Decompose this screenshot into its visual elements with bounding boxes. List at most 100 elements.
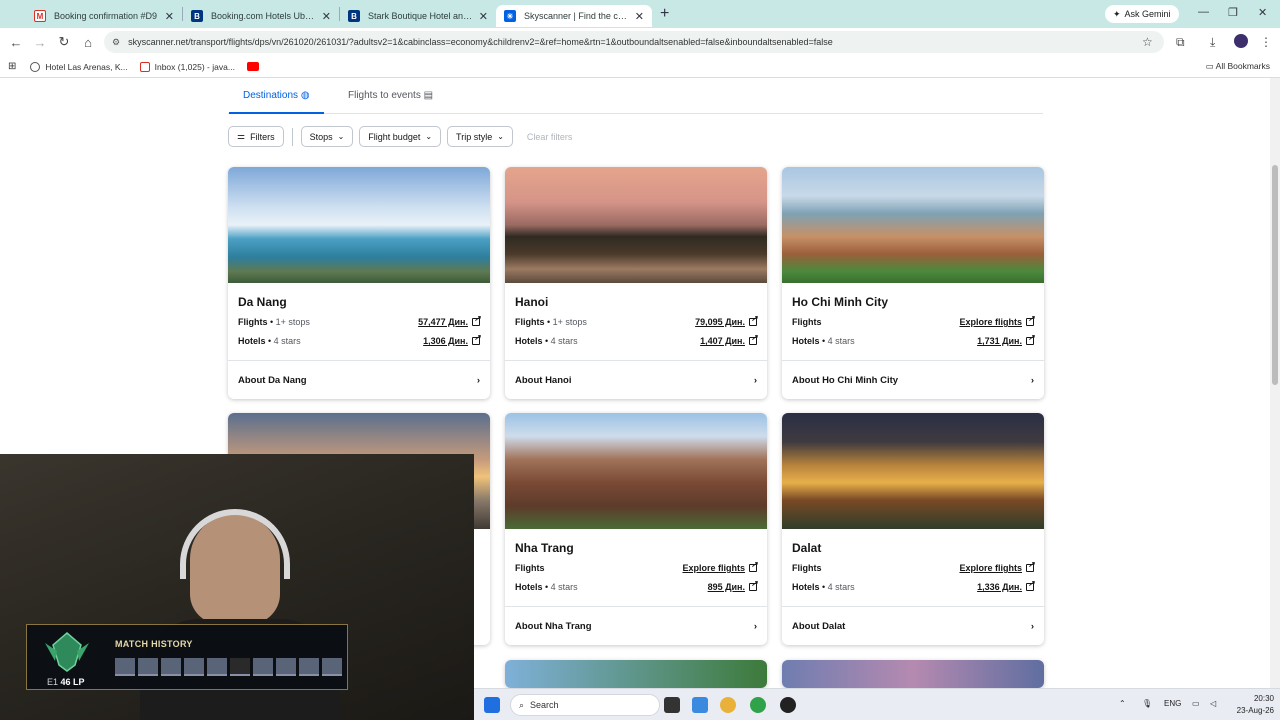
browser-toolbar: ← → ↻ ⌂ ⚙ skyscanner.net/transport/fligh… <box>0 28 1280 56</box>
back-icon[interactable]: ← <box>4 35 28 50</box>
task-view-icon[interactable] <box>664 697 680 713</box>
bookmark-youtube[interactable] <box>246 62 259 71</box>
network-icon[interactable]: ▭ <box>1192 699 1200 708</box>
destination-image <box>228 167 490 283</box>
flight-budget-dropdown[interactable]: Flight budget ⌄ <box>359 126 442 147</box>
destination-card-dalat[interactable]: Dalat Flights Explore flights Hotels • 4… <box>782 413 1044 645</box>
flights-price-link[interactable]: 79,095 Дин. <box>695 314 758 327</box>
app-icon[interactable] <box>780 697 796 713</box>
chevron-right-icon: › <box>1030 620 1034 632</box>
home-icon[interactable]: ⌂ <box>76 35 100 50</box>
globe-icon <box>30 61 41 72</box>
destination-card-partial[interactable] <box>505 660 767 688</box>
tab-flights-to-events[interactable]: Flights to events ▤ <box>348 90 433 101</box>
address-bar[interactable]: ⚙ skyscanner.net/transport/flights/dps/v… <box>104 31 1164 53</box>
destination-card-da-nang[interactable]: Da Nang Flights • 1+ stops 57,477 Дин. H… <box>228 167 490 399</box>
reload-icon[interactable]: ↻ <box>52 34 76 50</box>
about-link[interactable]: About Ho Chi Minh City › <box>782 360 1044 399</box>
booking-icon: B <box>191 10 203 22</box>
chevron-right-icon: › <box>1030 374 1034 386</box>
destination-image <box>782 660 1044 688</box>
maximize-icon[interactable]: ❐ <box>1228 6 1238 19</box>
bookmark-hotel[interactable]: Hotel Las Arenas, K... <box>30 61 128 72</box>
menu-icon[interactable]: ⋮ <box>1260 35 1272 49</box>
filters-button[interactable]: ⚌ Filters <box>228 126 284 147</box>
profile-avatar[interactable] <box>1234 34 1248 48</box>
hotels-price-link[interactable]: 895 Дин. <box>708 579 758 592</box>
download-icon[interactable]: ⤓ <box>1210 35 1215 50</box>
browser-tab-skyscanner[interactable]: ☀ Skyscanner | Find the cheapest ✕ <box>496 5 652 27</box>
destination-card-hanoi[interactable]: Hanoi Flights • 1+ stops 79,095 Дин. Hot… <box>505 167 767 399</box>
trip-style-dropdown[interactable]: Trip style ⌄ <box>447 126 513 147</box>
destination-card-nha-trang[interactable]: Nha Trang Flights Explore flights Hotels… <box>505 413 767 645</box>
gmail-icon <box>139 61 150 72</box>
clock[interactable]: 20:30 23-Aug-26 <box>1224 693 1274 717</box>
stops-dropdown[interactable]: Stops ⌄ <box>300 126 354 147</box>
match-history-list <box>115 658 342 676</box>
apps-grid-icon[interactable]: ⊞ <box>8 61 16 72</box>
chevron-up-icon[interactable]: ⌃ <box>1119 699 1126 708</box>
about-link[interactable]: About Dalat › <box>782 606 1044 645</box>
microphone-icon[interactable]: 🎙 <box>1142 699 1152 708</box>
sliders-icon: ⚌ <box>237 131 246 141</box>
hotels-row: Hotels • 4 stars 1,306 Дин. <box>238 333 481 346</box>
booking-icon: B <box>348 10 360 22</box>
browser-tab-strip: M Booking confirmation #D9 ✕ B Booking.c… <box>0 0 1280 28</box>
flights-price-link[interactable]: 57,477 Дин. <box>418 314 481 327</box>
tab-destinations[interactable]: Destinations ◍ <box>229 90 324 114</box>
match-history-panel: MATCH HISTORY E1 46 LP <box>26 624 348 690</box>
hotels-row: Hotels • 4 stars 1,407 Дин. <box>515 333 758 346</box>
browser-tab-booking-1[interactable]: B Booking.com Hotels Ubud, Re ✕ <box>183 5 339 27</box>
hotels-price-link[interactable]: 1,731 Дин. <box>977 333 1035 346</box>
champion-icon <box>253 658 273 676</box>
headphones-icon <box>180 509 290 579</box>
bookmark-inbox[interactable]: Inbox (1,025) - java... <box>139 61 235 72</box>
scrollbar-thumb[interactable] <box>1272 165 1278 385</box>
explore-flights-link[interactable]: Explore flights <box>682 560 757 573</box>
about-link[interactable]: About Da Nang › <box>228 360 490 399</box>
explore-flights-link[interactable]: Explore flights <box>959 314 1034 327</box>
explore-flights-link[interactable]: Explore flights <box>959 560 1034 573</box>
hotels-price-link[interactable]: 1,306 Дин. <box>423 333 481 346</box>
hotels-price-link[interactable]: 1,336 Дин. <box>977 579 1035 592</box>
destination-image <box>505 660 767 688</box>
close-tab-icon[interactable]: ✕ <box>322 10 331 23</box>
about-link[interactable]: About Hanoi › <box>505 360 767 399</box>
destination-card-partial[interactable] <box>782 660 1044 688</box>
rank-emblem-icon <box>45 632 89 672</box>
site-info-icon[interactable]: ⚙ <box>112 37 120 48</box>
gmail-icon: M <box>34 10 46 22</box>
champion-icon <box>322 658 342 676</box>
external-link-icon <box>1026 579 1035 591</box>
hotels-price-link[interactable]: 1,407 Дин. <box>700 333 758 346</box>
close-tab-icon[interactable]: ✕ <box>635 10 644 23</box>
close-tab-icon[interactable]: ✕ <box>479 10 488 23</box>
chrome-active-icon[interactable] <box>750 697 766 713</box>
chevron-down-icon: ⌄ <box>497 132 504 141</box>
copilot-icon[interactable] <box>692 697 708 713</box>
bookmark-star-icon[interactable]: ☆ <box>1142 35 1153 49</box>
destination-card-ho-chi-minh-city[interactable]: Ho Chi Minh City Flights Explore flights… <box>782 167 1044 399</box>
destination-image <box>505 413 767 529</box>
clear-filters-button[interactable]: Clear filters <box>527 132 573 142</box>
destination-image <box>782 167 1044 283</box>
about-link[interactable]: About Nha Trang › <box>505 606 767 645</box>
chrome-icon[interactable] <box>720 697 736 713</box>
champion-icon <box>115 658 135 676</box>
language-indicator[interactable]: ENG <box>1164 699 1181 708</box>
ask-gemini-button[interactable]: ✦ Ask Gemini <box>1105 5 1179 23</box>
new-tab-button[interactable]: + <box>660 5 669 23</box>
close-tab-icon[interactable]: ✕ <box>165 10 174 23</box>
taskbar-search[interactable]: ⌕ Search <box>510 694 660 716</box>
minimize-icon[interactable]: — <box>1198 6 1209 18</box>
extensions-icon[interactable]: ⧉ <box>1176 35 1185 50</box>
all-bookmarks-button[interactable]: ▭ All Bookmarks <box>1206 61 1270 72</box>
windows-start-icon[interactable] <box>484 697 500 713</box>
close-window-icon[interactable]: ✕ <box>1258 6 1267 19</box>
forward-icon[interactable]: → <box>28 35 52 50</box>
external-link-icon <box>472 333 481 345</box>
volume-icon[interactable]: ◁ <box>1210 699 1216 708</box>
browser-tab-gmail[interactable]: M Booking confirmation #D9 ✕ <box>26 5 182 27</box>
browser-tab-booking-2[interactable]: B Stark Boutique Hotel and Spa, ✕ <box>340 5 496 27</box>
search-icon: ⌕ <box>519 699 525 710</box>
